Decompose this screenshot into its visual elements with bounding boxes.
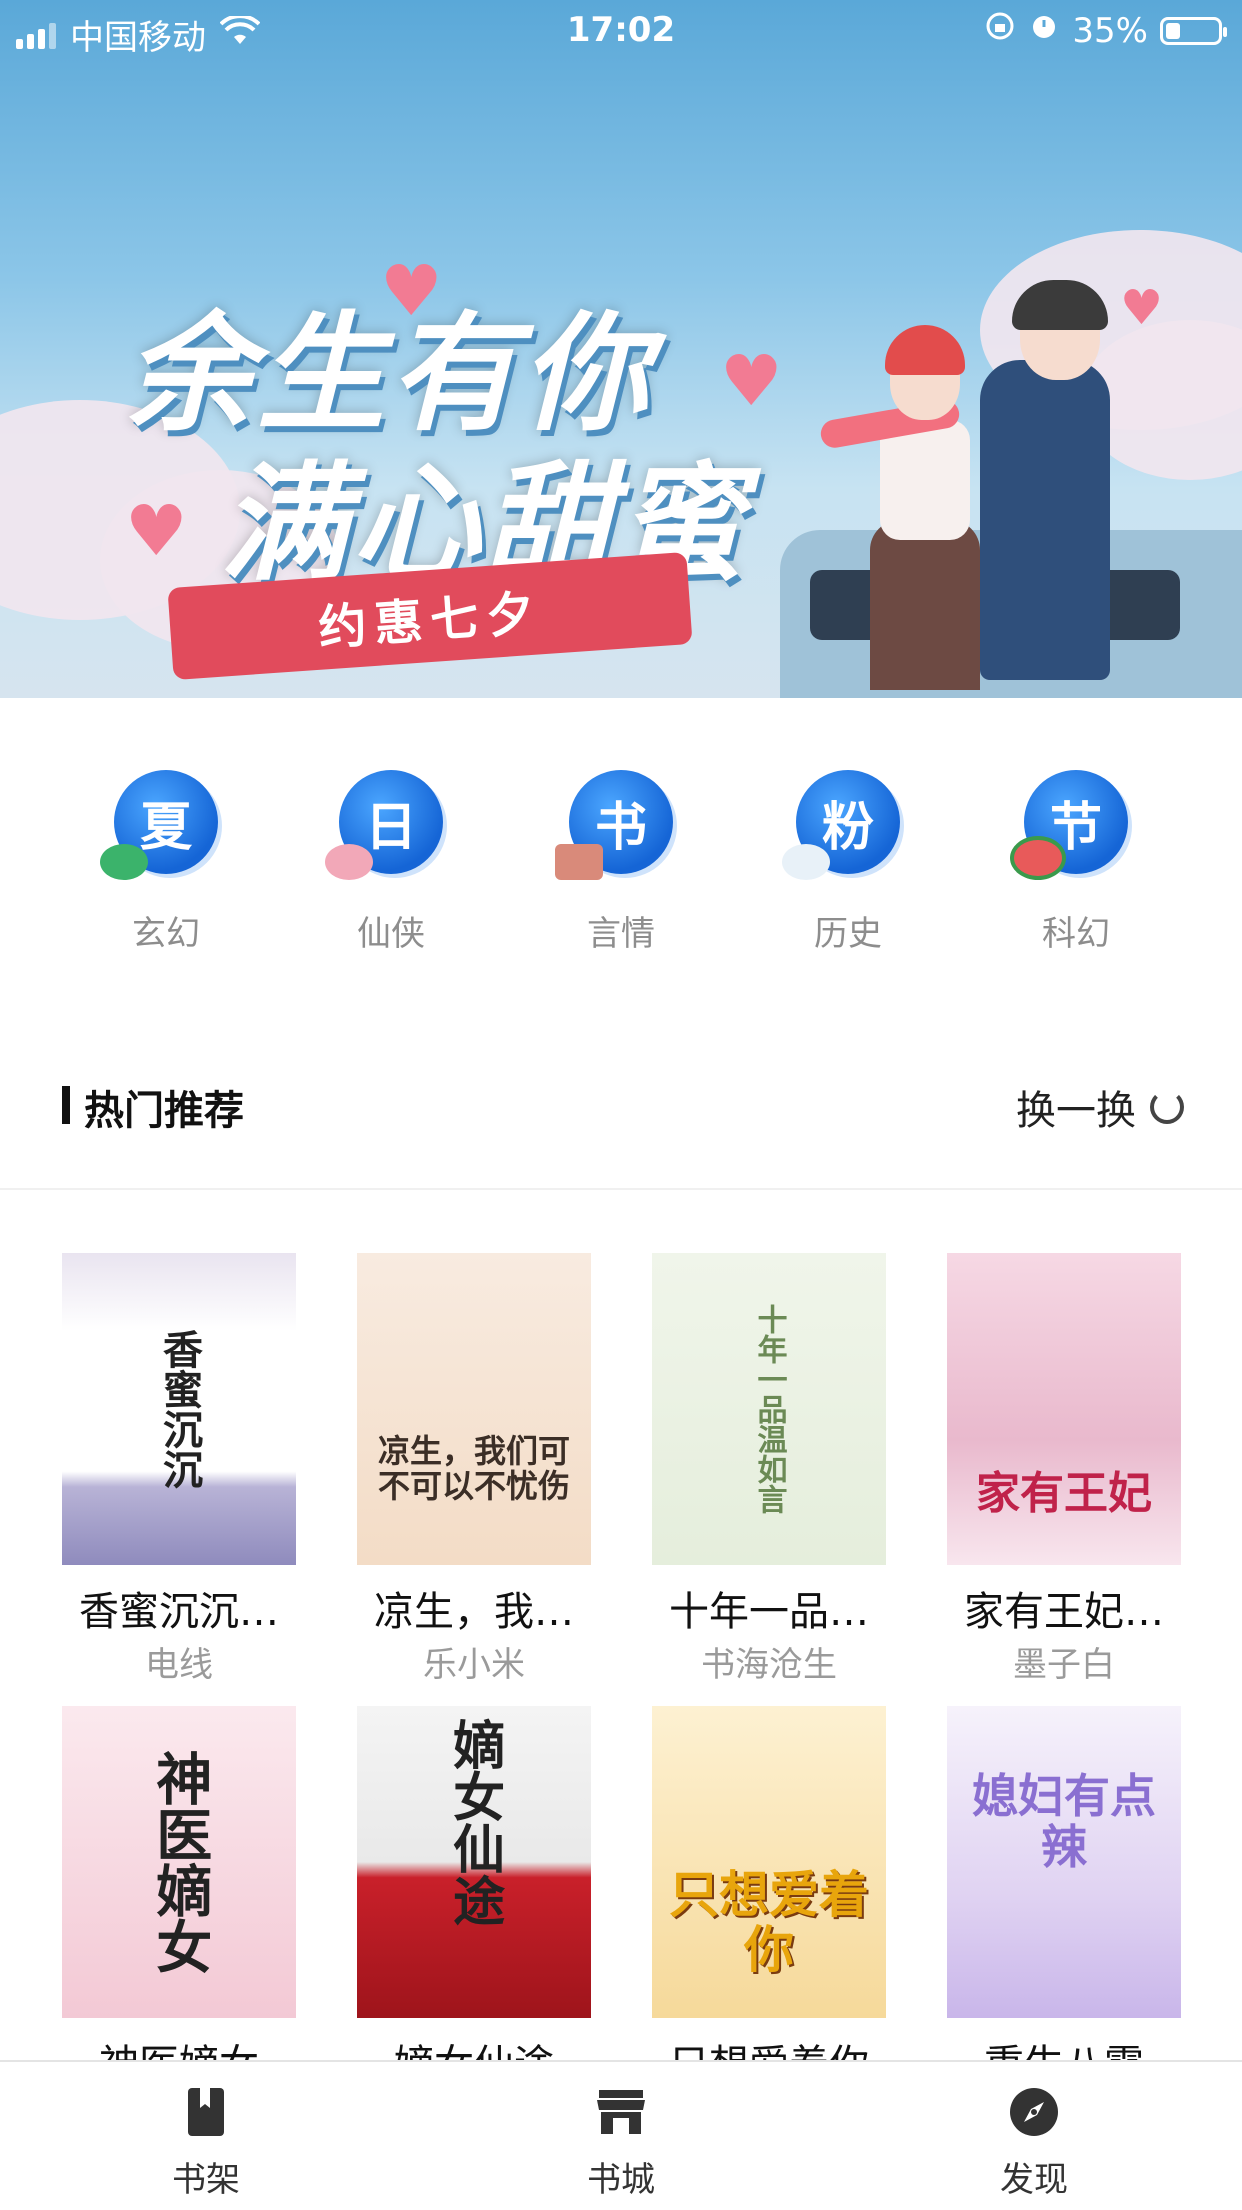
book-title: 十年一品… xyxy=(669,1589,869,1635)
tab-label: 书架 xyxy=(172,2160,240,2200)
category-label: 言情 xyxy=(587,914,655,954)
book-card[interactable]: 凉生，我们可不可以不忧伤 凉生，我… 乐小米 xyxy=(357,1253,591,1686)
battery-percent: 35% xyxy=(1072,10,1148,51)
book-cover: 媳妇有点辣 xyxy=(947,1706,1181,2018)
book-cover: 十年一品温如言 xyxy=(652,1253,886,1565)
book-author: 乐小米 xyxy=(423,1645,525,1685)
book-card[interactable]: 只想爱着你 只想爱着你 xyxy=(652,1706,886,2090)
alarm-icon xyxy=(1028,10,1060,51)
tab-bookshelf[interactable]: 书架 xyxy=(106,2086,306,2201)
book-card[interactable]: 香蜜沉沉 香蜜沉沉… 电线 xyxy=(62,1253,296,1686)
girl-illustration xyxy=(870,520,980,690)
book-card[interactable]: 神医嫡女 神医嫡女 xyxy=(62,1706,296,2090)
book-title: 香蜜沉沉… xyxy=(79,1589,279,1635)
watermelon-icon xyxy=(1010,836,1066,880)
heart-icon: ♥ xyxy=(720,340,783,422)
book-author: 书海沧生 xyxy=(701,1645,837,1685)
category-label: 科幻 xyxy=(1042,914,1110,954)
book-title: 凉生，我… xyxy=(374,1589,574,1635)
store-icon xyxy=(595,2086,647,2138)
book-card[interactable]: 十年一品温如言 十年一品… 书海沧生 xyxy=(652,1253,886,1686)
book-author: 墨子白 xyxy=(1013,1645,1115,1685)
book-cover: 家有王妃 xyxy=(947,1253,1181,1565)
tab-bookstore[interactable]: 书城 xyxy=(521,2086,721,2201)
tab-discover[interactable]: 发现 xyxy=(934,2086,1134,2201)
rotation-lock-icon xyxy=(984,10,1016,51)
book-title: 家有王妃… xyxy=(964,1589,1164,1635)
book-card[interactable]: 嫡女仙途 嫡女仙途 xyxy=(357,1706,591,2090)
bottom-tab-bar: 书架 书城 发现 xyxy=(0,2060,1242,2210)
tab-label: 发现 xyxy=(1000,2160,1068,2200)
book-cover: 香蜜沉沉 xyxy=(62,1253,296,1565)
refresh-icon xyxy=(1150,1090,1184,1124)
book-cover: 只想爱着你 xyxy=(652,1706,886,2018)
category-xianxia[interactable]: 日 仙侠 xyxy=(311,770,471,955)
battery-icon xyxy=(1160,16,1227,45)
book-cover: 神医嫡女 xyxy=(62,1706,296,2018)
flower-icon xyxy=(325,844,373,880)
book-icon xyxy=(555,844,603,880)
category-kehuan[interactable]: 节 科幻 xyxy=(996,770,1156,955)
category-xuanhuan[interactable]: 夏 玄幻 xyxy=(86,770,246,955)
category-label: 历史 xyxy=(814,914,882,954)
heart-icon: ♥ xyxy=(125,490,188,572)
leaf-icon xyxy=(100,844,148,880)
book-cover: 凉生，我们可不可以不忧伤 xyxy=(357,1253,591,1565)
book-card[interactable]: 家有王妃 家有王妃… 墨子白 xyxy=(947,1253,1181,1686)
tab-label: 书城 xyxy=(587,2160,655,2200)
book-cover: 嫡女仙途 xyxy=(357,1706,591,2018)
category-lishi[interactable]: 粉 历史 xyxy=(768,770,928,955)
section-title: 热门推荐 xyxy=(84,1088,244,1134)
refresh-label: 换一换 xyxy=(1016,1088,1136,1134)
book-card[interactable]: 媳妇有点辣 重生八零 xyxy=(947,1706,1181,2090)
section-marker xyxy=(62,1086,70,1124)
book-author: 电线 xyxy=(145,1645,213,1685)
heart-icon: ♥ xyxy=(1120,280,1164,336)
man-illustration xyxy=(980,360,1110,680)
divider xyxy=(0,1188,1242,1190)
refresh-button[interactable]: 换一换 xyxy=(1016,1078,1184,1136)
category-yanqing[interactable]: 书 言情 xyxy=(541,770,701,955)
compass-icon xyxy=(1008,2086,1060,2138)
promo-banner[interactable]: ♥ ♥ ♥ ♥ 余生有你 满心甜蜜 约惠七夕 xyxy=(0,0,1242,698)
bookshelf-icon xyxy=(180,2086,232,2138)
cloud-icon xyxy=(782,844,830,880)
category-label: 玄幻 xyxy=(132,914,200,954)
status-bar: 中国移动 17:02 35% xyxy=(0,0,1242,62)
category-label: 仙侠 xyxy=(357,914,425,954)
